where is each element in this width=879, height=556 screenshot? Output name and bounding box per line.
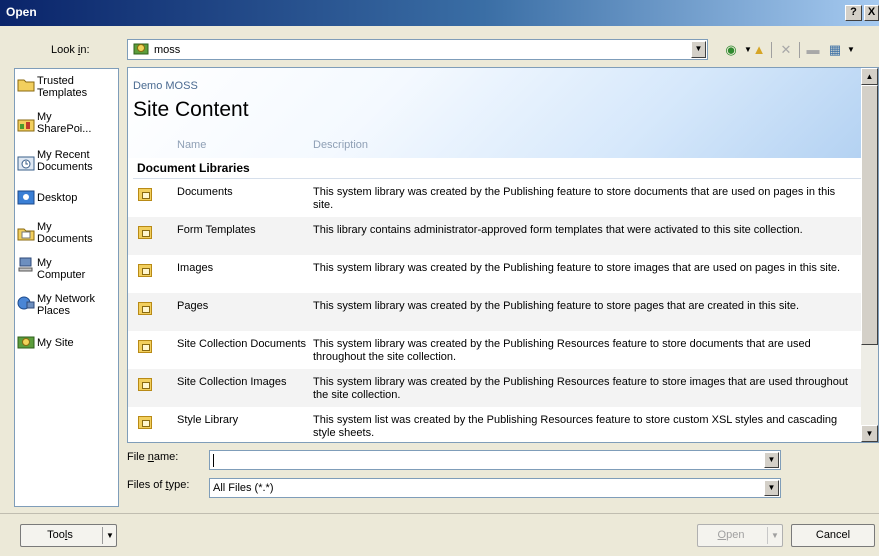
chevron-down-icon[interactable]: ▼ [691, 41, 706, 58]
computer-icon [18, 257, 33, 272]
desktop-icon [17, 190, 35, 205]
scroll-down-icon[interactable]: ▼ [861, 425, 878, 442]
chevron-down-icon[interactable]: ▼ [764, 452, 779, 468]
documents-icon [17, 228, 35, 241]
place-my-network-places[interactable]: My Network Places [17, 293, 117, 323]
place-my-sharepoint[interactable]: My SharePoi... [17, 111, 117, 141]
library-row[interactable]: Pages This system library was created by… [128, 293, 861, 331]
text-caret [213, 454, 214, 467]
place-label: Trusted Templates [37, 75, 88, 99]
library-description: This system library was created by the P… [313, 262, 841, 274]
views-dropdown-icon[interactable]: ▼ [842, 41, 860, 59]
place-my-documents[interactable]: My Documents [17, 221, 117, 251]
window-title: Open [6, 5, 37, 19]
toolbar-separator [799, 42, 800, 58]
close-button[interactable]: X [864, 5, 879, 21]
library-folder-icon [138, 302, 152, 315]
file-list-view[interactable]: Demo MOSS Site Content Name Description … [127, 67, 879, 443]
library-row[interactable]: Images This system library was created b… [128, 255, 861, 293]
tools-button[interactable]: Tools ▼ [20, 524, 117, 547]
library-folder-icon [138, 188, 152, 201]
place-label: My Computer [37, 257, 86, 281]
open-label: Open [717, 529, 745, 541]
chevron-down-icon[interactable]: ▼ [771, 525, 779, 546]
library-name[interactable]: Form Templates [177, 224, 307, 237]
cancel-button[interactable]: Cancel [791, 524, 875, 547]
scroll-up-icon[interactable]: ▲ [861, 68, 878, 85]
scroll-thumb[interactable] [861, 85, 878, 345]
delete-icon[interactable]: ✕ [777, 41, 795, 59]
button-separator [767, 527, 768, 544]
library-description: This system library was created by the P… [313, 186, 836, 211]
place-label: My Recent Documents [37, 149, 93, 173]
section-heading: Document Libraries [137, 161, 250, 175]
divider [0, 513, 879, 514]
chevron-down-icon[interactable]: ▼ [106, 525, 114, 546]
library-row[interactable]: Form Templates This library contains adm… [128, 217, 861, 255]
file-name-label: File name: [127, 451, 179, 463]
library-description: This system library was created by the P… [313, 338, 811, 363]
place-my-recent-documents[interactable]: My Recent Documents [17, 149, 117, 179]
folder-icon [17, 79, 35, 92]
recent-icon [17, 156, 35, 171]
column-header-description[interactable]: Description [313, 139, 368, 151]
file-name-input[interactable]: ▼ [209, 450, 781, 470]
sharepoint-icon [17, 119, 35, 132]
library-folder-icon [138, 378, 152, 391]
library-folder-icon [138, 340, 152, 353]
back-icon[interactable]: ◉ [722, 41, 740, 59]
toolbar-separator [771, 42, 772, 58]
vertical-scrollbar[interactable]: ▲ ▼ [861, 68, 878, 442]
library-name[interactable]: Site Collection Documents [177, 338, 307, 351]
library-description: This library contains administrator-appr… [313, 224, 803, 236]
library-description: This system library was created by the P… [313, 376, 848, 401]
site-header: Demo MOSS Site Content Name Description [128, 68, 861, 158]
title-bar: Open ? X [0, 0, 879, 26]
library-name[interactable]: Documents [177, 186, 307, 199]
library-folder-icon [138, 416, 152, 429]
site-icon [133, 43, 149, 55]
place-label: Desktop [37, 192, 78, 204]
page-title: Site Content [133, 98, 249, 121]
place-label: My Documents [37, 221, 93, 245]
library-description: This system list was created by the Publ… [313, 414, 838, 439]
place-label: My Site [37, 337, 74, 349]
new-folder-icon[interactable]: ▬ [804, 41, 822, 59]
open-button[interactable]: Open ▼ [697, 524, 783, 547]
up-folder-icon[interactable]: ▲ [750, 41, 768, 59]
place-label: My SharePoi... [37, 111, 92, 135]
library-folder-icon [138, 264, 152, 277]
library-name[interactable]: Images [177, 262, 307, 275]
tools-label: Tools [47, 529, 73, 541]
files-of-type-label: Files of type: [127, 479, 190, 491]
library-description: This system library was created by the P… [313, 300, 800, 312]
files-of-type-value: All Files (*.*) [213, 482, 274, 494]
library-folder-icon [138, 226, 152, 239]
site-name: Demo MOSS [133, 80, 198, 92]
library-row[interactable]: Style Library This system list was creat… [128, 407, 861, 442]
button-separator [102, 527, 103, 544]
site-icon [17, 336, 35, 349]
files-of-type-select[interactable]: All Files (*.*) ▼ [209, 478, 781, 498]
library-name[interactable]: Pages [177, 300, 307, 313]
chevron-down-icon[interactable]: ▼ [764, 480, 779, 496]
look-in-value: moss [154, 44, 181, 56]
look-in-combo[interactable]: moss ▼ [127, 39, 708, 60]
library-row[interactable]: Documents This system library was create… [128, 179, 861, 217]
place-desktop[interactable]: Desktop [17, 190, 117, 211]
place-label: My Network Places [37, 293, 96, 317]
help-button[interactable]: ? [845, 5, 862, 21]
library-name[interactable]: Style Library [177, 414, 307, 427]
library-name[interactable]: Site Collection Images [177, 376, 307, 389]
library-row[interactable]: Site Collection Documents This system li… [128, 331, 861, 369]
library-row[interactable]: Site Collection Images This system libra… [128, 369, 861, 407]
places-bar: Trusted Templates My SharePoi... My Rece… [14, 68, 119, 507]
column-header-name[interactable]: Name [177, 139, 206, 151]
place-my-site[interactable]: My Site [17, 336, 117, 356]
place-trusted-templates[interactable]: Trusted Templates [17, 75, 117, 105]
look-in-label: Look in: [51, 44, 90, 56]
place-my-computer[interactable]: My Computer [17, 257, 117, 287]
network-icon [17, 296, 35, 310]
